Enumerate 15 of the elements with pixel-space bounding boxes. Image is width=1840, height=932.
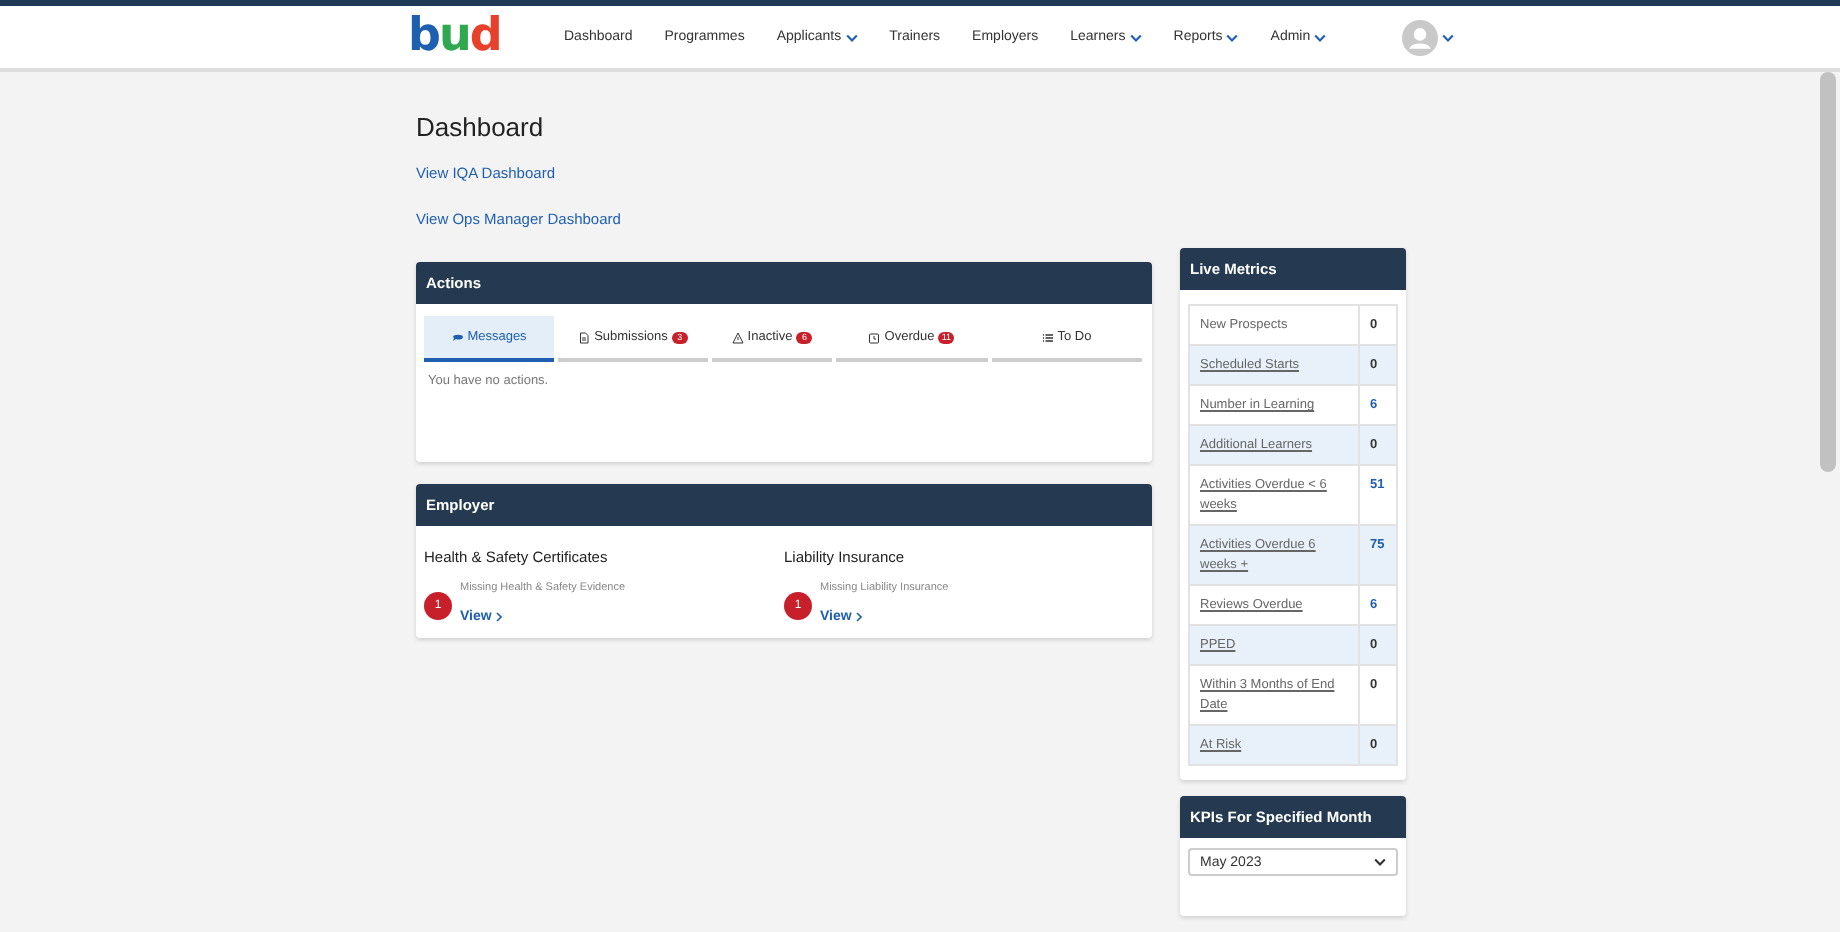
chevron-right-icon — [495, 612, 502, 622]
alarm-clock-icon — [868, 331, 881, 343]
chat-bubble-icon — [451, 331, 464, 343]
chevron-down-icon[interactable] — [1442, 33, 1455, 41]
chevron-right-icon — [855, 612, 862, 622]
list-icon — [1041, 331, 1054, 343]
page-title: Dashboard — [416, 112, 546, 142]
warning-icon — [731, 331, 744, 343]
chevron-down-icon — [1314, 33, 1327, 41]
chevron-down-icon — [1129, 33, 1142, 41]
logo[interactable]: bud — [408, 14, 528, 60]
chevron-down-icon — [1226, 33, 1239, 41]
chevron-down-icon — [845, 33, 858, 41]
chevron-down-icon — [1374, 858, 1386, 866]
document-icon — [578, 331, 591, 343]
